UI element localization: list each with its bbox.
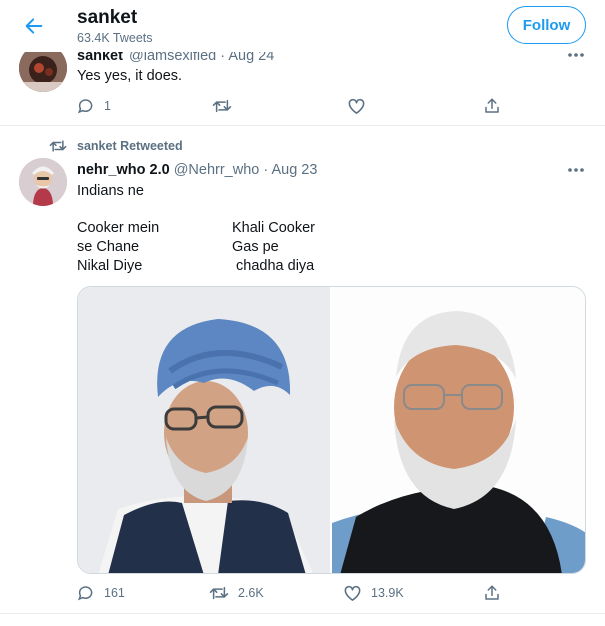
retweet-icon: [209, 586, 229, 600]
tweet-photo[interactable]: [78, 287, 330, 573]
like-button[interactable]: 13.9K: [343, 583, 404, 603]
tweet-text-line: Nikal Diye: [77, 258, 143, 274]
tweet-actions: 161 2.6K 13.9K: [77, 583, 517, 603]
back-arrow-icon: [25, 18, 43, 34]
retweeted-by-label[interactable]: sanket Retweeted: [77, 139, 183, 153]
retweet-count: 2.6K: [238, 586, 264, 600]
avatar[interactable]: [19, 158, 67, 206]
tweet-count: 63.4K Tweets: [77, 31, 153, 45]
like-count: 13.9K: [371, 586, 404, 600]
reply-button[interactable]: 161: [77, 583, 125, 603]
retweet-icon: [212, 99, 232, 113]
tweet-text-line: Khali Cooker: [232, 220, 316, 236]
tweet-text-line: Cooker mein: [77, 220, 160, 236]
back-button[interactable]: [18, 10, 50, 42]
page-title: sanket: [77, 7, 138, 28]
tweet-date[interactable]: Aug 23: [271, 162, 317, 178]
share-button[interactable]: [483, 96, 501, 116]
separator-dot: ·: [263, 162, 269, 178]
tweet-text: Yes yes, it does.: [77, 68, 183, 84]
share-icon: [485, 98, 499, 113]
retweet-button[interactable]: 2.6K: [209, 583, 264, 603]
tweet-actions: 1: [77, 96, 517, 116]
retweet-icon: [49, 140, 67, 152]
reply-count: 161: [104, 586, 125, 600]
like-button[interactable]: [347, 96, 375, 116]
retweet-button[interactable]: [212, 96, 241, 116]
tweet-photo[interactable]: [332, 287, 585, 573]
tweet-header: nehr_who 2.0 @Nehrr_who · Aug 23: [77, 162, 317, 178]
reply-button[interactable]: 1: [77, 96, 111, 116]
author-name[interactable]: nehr_who 2.0: [77, 162, 170, 178]
retweeted-by-row[interactable]: sanket Retweeted: [49, 138, 183, 154]
tweet-text-line: chadha diya: [232, 258, 315, 274]
heart-icon: [348, 98, 365, 114]
tweet-card[interactable]: sanket Retweeted nehr_who 2.0 @Nehrr_who…: [0, 127, 605, 614]
share-icon: [485, 585, 499, 600]
more-dots-icon[interactable]: [565, 164, 587, 176]
share-button[interactable]: [483, 583, 501, 603]
tweet-text-line: se Chane: [77, 239, 140, 255]
reply-count: 1: [104, 99, 111, 113]
tweet-text-line: Gas pe: [232, 239, 279, 255]
tweet-media[interactable]: [77, 286, 586, 574]
heart-icon: [344, 585, 361, 601]
profile-header: sanket 63.4K Tweets Follow: [0, 0, 605, 52]
follow-button[interactable]: Follow: [507, 6, 586, 44]
reply-icon: [77, 99, 93, 114]
author-handle[interactable]: @Nehrr_who: [174, 162, 260, 178]
tweet-text-line: Indians ne: [77, 183, 144, 199]
reply-icon: [77, 586, 93, 601]
